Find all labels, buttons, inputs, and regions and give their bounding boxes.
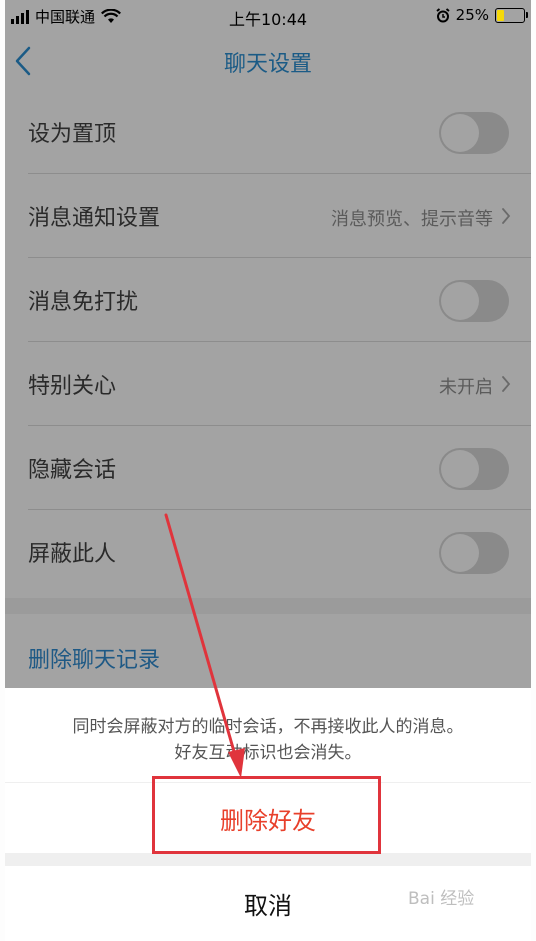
- setting-label: 设为置顶: [28, 122, 117, 147]
- nav-bar: 聊天设置: [5, 32, 531, 90]
- clear-history-link[interactable]: 删除聊天记录: [28, 642, 160, 674]
- toggle-knob: [441, 114, 479, 152]
- delete-friend-label: 删除好友: [220, 807, 316, 835]
- action-sheet-message: 同时会屏蔽对方的临时会话，不再接收此人的消息。 好友互动标识也会消失。: [5, 688, 531, 782]
- status-right: 25%: [436, 6, 528, 24]
- section-gap: [5, 598, 531, 614]
- setting-row-do-not-disturb[interactable]: 消息免打扰: [5, 258, 531, 342]
- setting-value: 消息预览、提示音等: [331, 209, 493, 230]
- hide-chat-toggle[interactable]: [439, 448, 509, 490]
- setting-label: 屏蔽此人: [28, 542, 117, 567]
- do-not-disturb-toggle[interactable]: [439, 280, 509, 322]
- setting-row-pin-top[interactable]: 设为置顶: [5, 90, 531, 174]
- setting-row-special-care[interactable]: 特别关心 未开启: [5, 342, 531, 426]
- message-line-1: 同时会屏蔽对方的临时会话，不再接收此人的消息。: [72, 717, 464, 737]
- phone-screen: 中国联通 上午10:44 25% 聊天设置 设为置顶 消息通知设置 消息预览、提…: [5, 0, 531, 941]
- baidu-watermark: Bai 经验: [408, 889, 475, 909]
- delete-friend-button[interactable]: 删除好友: [5, 783, 531, 853]
- setting-label: 消息通知设置: [28, 206, 161, 231]
- chevron-right-icon: [502, 376, 511, 392]
- chevron-right-icon: [502, 208, 511, 224]
- page-title: 聊天设置: [223, 52, 312, 77]
- setting-label: 消息免打扰: [28, 290, 139, 315]
- setting-value: 未开启: [439, 377, 493, 398]
- clear-history-row[interactable]: 删除聊天记录: [5, 614, 531, 688]
- toggle-knob: [441, 282, 479, 320]
- setting-label: 特别关心: [28, 374, 117, 399]
- block-user-toggle[interactable]: [439, 532, 509, 574]
- toggle-knob: [441, 450, 479, 488]
- message-line-2: 好友互动标识也会消失。: [174, 743, 362, 763]
- setting-row-block-user[interactable]: 屏蔽此人: [5, 510, 531, 598]
- battery-icon: [495, 7, 528, 23]
- setting-row-notification[interactable]: 消息通知设置 消息预览、提示音等: [5, 174, 531, 258]
- battery-percent: 25%: [455, 6, 489, 24]
- pin-top-toggle[interactable]: [439, 112, 509, 154]
- setting-row-hide-chat[interactable]: 隐藏会话: [5, 426, 531, 510]
- setting-label: 隐藏会话: [28, 458, 117, 483]
- toggle-knob: [441, 534, 479, 572]
- status-bar: 中国联通 上午10:44 25%: [5, 0, 531, 32]
- battery-fill: [497, 9, 504, 21]
- alarm-icon: [436, 7, 450, 22]
